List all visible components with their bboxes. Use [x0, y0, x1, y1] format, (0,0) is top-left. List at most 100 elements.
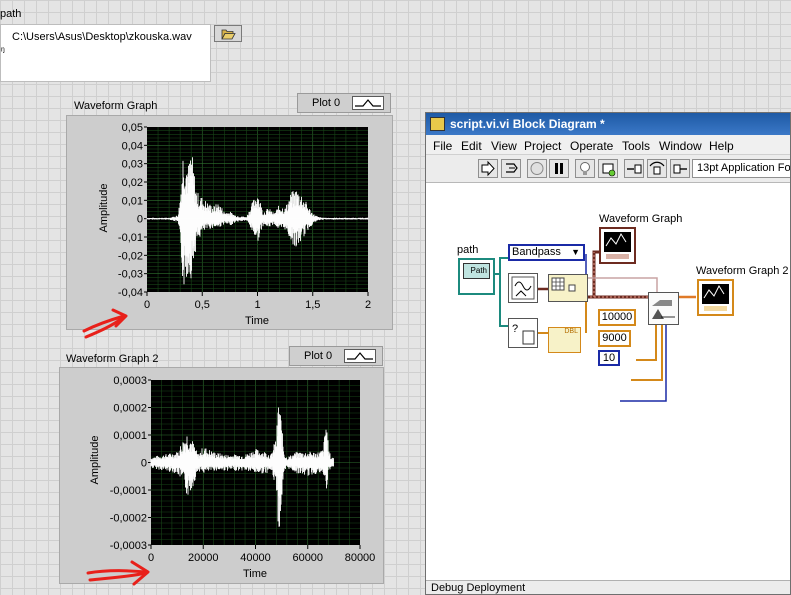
graph2-y-tick-label: 0,0002: [113, 403, 147, 415]
path-icon: ᵑ: [1, 46, 5, 57]
step-over-icon: [649, 161, 665, 175]
filter-type-enum[interactable]: Bandpass ▼: [508, 244, 585, 261]
folder-open-icon: [221, 29, 236, 40]
pause-button[interactable]: [549, 159, 569, 178]
step-out-button[interactable]: [670, 159, 690, 178]
order-constant[interactable]: 10: [598, 350, 620, 366]
step-over-button[interactable]: [647, 159, 667, 178]
graph1-y-tick-label: 0,04: [122, 140, 143, 152]
question-icon: ?: [512, 323, 535, 345]
plot-style-swatch[interactable]: [352, 96, 384, 110]
path-control-label: path: [0, 8, 22, 20]
waveform-graph-canvas: 0,05 0,04 0,03 0,02 0,01 0 -0,01 -0,02 -0,03 -0,0…: [118, 122, 371, 311]
bandpass-filter-vi[interactable]: [648, 292, 679, 325]
menu-file[interactable]: File: [433, 139, 452, 153]
graph1-y-tick-label: 0,01: [122, 195, 143, 207]
toolbar: 13pt Application Font: [426, 155, 790, 183]
pause-icon: [555, 163, 563, 174]
status-bar-text: Debug Deployment: [431, 582, 526, 594]
high-cutoff-constant[interactable]: 10000: [598, 309, 636, 326]
graph2-y-tick-label: 0,0003: [113, 375, 147, 387]
svg-text:?: ?: [512, 323, 518, 335]
run-arrow-icon: [481, 160, 495, 177]
plot-legend[interactable]: Plot 0: [297, 93, 391, 113]
highlight-execution-button[interactable]: [575, 159, 595, 178]
graph1-x-tick-label: 2: [365, 299, 371, 311]
retain-wire-icon: [602, 163, 616, 177]
graph2-x-tick-label: 60000: [292, 552, 323, 564]
graph1-y-tick-label: -0,04: [118, 287, 143, 299]
plot-style-swatch-2[interactable]: [344, 349, 376, 363]
waveform-graph-2-title: Waveform Graph 2: [66, 353, 159, 365]
menu-tools[interactable]: Tools: [622, 139, 650, 153]
x-axis-label: Time: [245, 315, 270, 327]
graph2-x-tick-label: 40000: [240, 552, 271, 564]
graph2-y-tick-label: 0,0001: [113, 430, 147, 442]
abort-button[interactable]: [527, 159, 547, 178]
graph1-y-tick-label: -0,02: [118, 250, 143, 262]
waveform-graph-terminal[interactable]: [599, 227, 636, 264]
waveform-graph-2-canvas: 0,0003 0,0002 0,0001 0 -0,0001 -0,0002 -0,0003…: [110, 375, 376, 564]
step-into-button[interactable]: [624, 159, 644, 178]
graph2-y-tick-label: 0: [141, 458, 147, 470]
graph-terminal-icon: [604, 232, 631, 259]
graph1-x-tick-label: 1,5: [305, 299, 320, 311]
waveform-graph-terminal-label: Waveform Graph: [599, 213, 683, 225]
browse-folder-button[interactable]: [214, 25, 242, 42]
menu-window[interactable]: Window: [659, 139, 702, 153]
graph2-y-tick-label: -0,0001: [110, 485, 147, 497]
graph2-x-tick-label: 20000: [188, 552, 219, 564]
lightbulb-icon: [580, 162, 590, 175]
waveform-graph-title: Waveform Graph: [74, 100, 158, 112]
graph2-y-tick-label: -0,0002: [110, 513, 147, 525]
waveform-graph-2-terminal[interactable]: [697, 279, 734, 316]
retain-wire-values-button[interactable]: [598, 159, 618, 178]
graph1-y-tick-label: 0,03: [122, 159, 143, 171]
graph1-y-tick-label: 0,02: [122, 177, 143, 189]
path-input-value[interactable]: C:\Users\Asus\Desktop\zkouska.wav: [12, 31, 192, 43]
menu-operate[interactable]: Operate: [570, 139, 613, 153]
dbl-array-node[interactable]: DBL: [548, 327, 581, 353]
sound-file-icon: [511, 276, 535, 300]
graph2-y-tick-label: -0,0003: [110, 540, 147, 552]
annotation-arrow-2: [86, 560, 150, 586]
sound-info-node[interactable]: ?: [508, 318, 538, 348]
plot-legend-label: Plot 0: [312, 97, 341, 109]
x-axis-label-2: Time: [243, 568, 268, 580]
dbl-label: DBL: [564, 328, 578, 335]
menu-project[interactable]: Project: [524, 139, 561, 153]
menu-edit[interactable]: Edit: [461, 139, 482, 153]
menu-view[interactable]: View: [491, 139, 517, 153]
graph2-x-tick-label: 80000: [345, 552, 376, 564]
low-cutoff-constant[interactable]: 9000: [598, 330, 631, 347]
window-titlebar[interactable]: script.vi.vi Block Diagram *: [426, 113, 790, 135]
waveform-graph-2-terminal-label: Waveform Graph 2: [696, 265, 789, 277]
graph1-x-tick-label: 0,5: [195, 299, 210, 311]
bandpass-filter-icon: [652, 300, 675, 319]
filter-icon: [551, 277, 576, 292]
menu-help[interactable]: Help: [709, 139, 734, 153]
graph1-y-tick-label: 0: [137, 214, 143, 226]
step-into-icon: [627, 164, 642, 174]
graph1-y-tick-label: 0,05: [122, 122, 143, 134]
graph1-y-tick-label: -0,03: [118, 269, 143, 281]
dropdown-arrow-icon: ▼: [571, 247, 580, 257]
block-diagram-window[interactable]: script.vi.vi Block Diagram * File Edit V…: [425, 112, 791, 595]
plot-legend-2[interactable]: Plot 0: [289, 346, 383, 366]
path-control-terminal[interactable]: Path: [458, 258, 495, 295]
graph1-x-tick-label: 1: [254, 299, 260, 311]
annotation-arrow-1: [82, 308, 128, 339]
font-selector[interactable]: 13pt Application Font: [692, 159, 790, 178]
run-button[interactable]: [478, 159, 498, 178]
run-continuously-icon: [506, 163, 518, 173]
window-title: script.vi.vi Block Diagram *: [450, 117, 605, 131]
graph1-x-tick-label: 0: [144, 299, 150, 311]
sound-file-read-node[interactable]: [508, 273, 538, 303]
labview-app-icon: [430, 117, 445, 131]
menu-bar: File Edit View Project Operate Tools Win…: [426, 135, 790, 155]
graph1-y-tick-label: -0,01: [118, 232, 143, 244]
graph-2-terminal-icon: [702, 284, 729, 311]
run-continuously-button[interactable]: [501, 159, 521, 178]
filter-node[interactable]: [548, 274, 588, 302]
status-bar: Debug Deployment: [426, 580, 790, 594]
